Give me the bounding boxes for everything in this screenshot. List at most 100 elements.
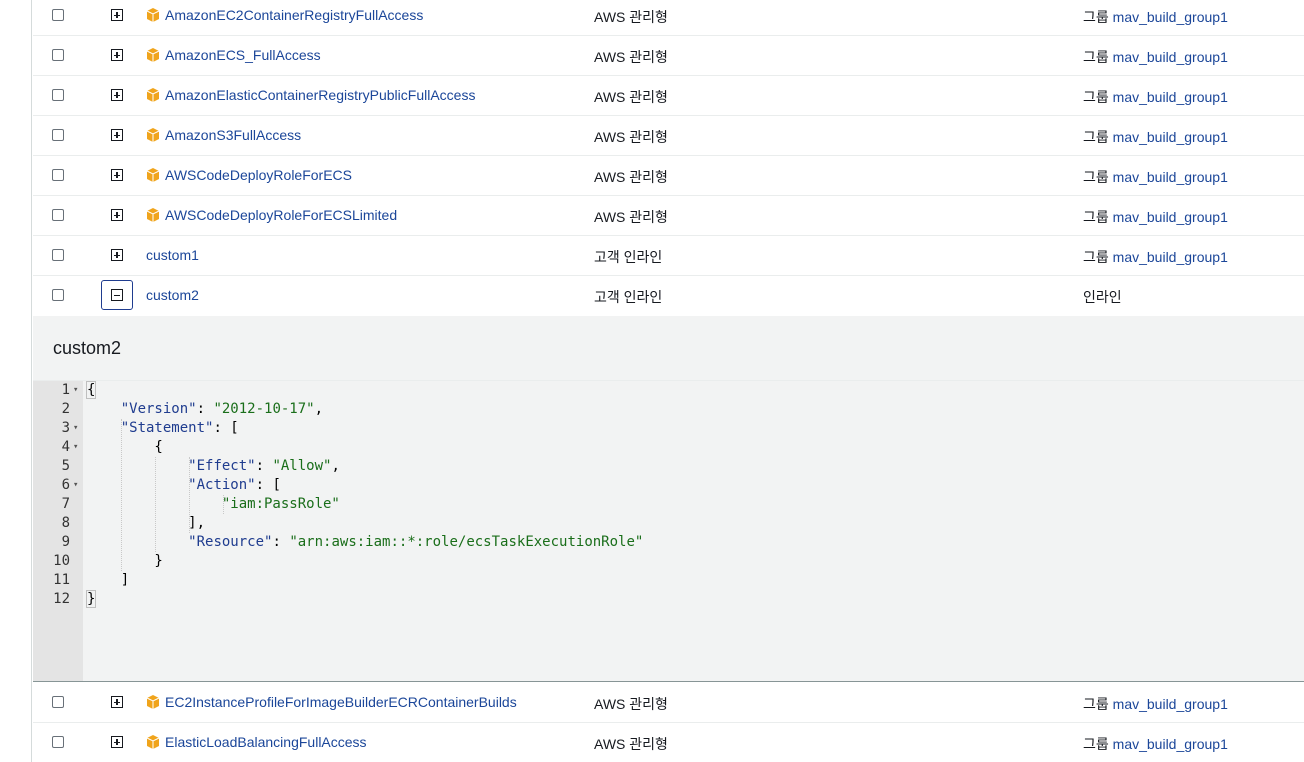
code-line: "Statement": [ bbox=[120, 420, 239, 436]
line-gutter: 1 2 3 4 5 6 7 8 9 10 11 12 ▾ ▾ ▾ ▾ bbox=[33, 381, 83, 681]
line-number: 10 bbox=[53, 553, 70, 569]
row-checkbox[interactable] bbox=[52, 289, 64, 301]
group-link[interactable]: mav_build_group1 bbox=[1113, 9, 1228, 25]
policy-type: AWS 관리형 bbox=[594, 129, 668, 145]
code-line: "Effect": "Allow", bbox=[188, 458, 340, 474]
left-panel-edge bbox=[0, 0, 32, 762]
table-row: EC2InstanceProfileForImageBuilderECRCont… bbox=[33, 683, 1304, 723]
row-checkbox[interactable] bbox=[52, 169, 64, 181]
expand-icon[interactable] bbox=[111, 129, 123, 141]
attached-via: 그룹 mav_build_group1 bbox=[1083, 7, 1228, 27]
policy-name-link[interactable]: AmazonECS_FullAccess bbox=[165, 47, 321, 63]
row-checkbox[interactable] bbox=[52, 89, 64, 101]
line-number: 6 bbox=[61, 477, 70, 493]
policy-name-link[interactable]: AmazonElasticContainerRegistryPublicFull… bbox=[165, 87, 475, 103]
fold-arrow-icon[interactable]: ▾ bbox=[73, 438, 81, 457]
table-row-expanded: custom2 고객 인라인 인라인 bbox=[33, 276, 1304, 316]
table-row: custom1 고객 인라인 그룹 mav_build_group1 bbox=[33, 236, 1304, 276]
attached-via-label: 그룹 bbox=[1083, 49, 1109, 65]
table-row: AmazonECS_FullAccess AWS 관리형 그룹 mav_buil… bbox=[33, 36, 1304, 76]
expand-icon[interactable] bbox=[111, 89, 123, 101]
attached-via: 그룹 mav_build_group1 bbox=[1083, 247, 1228, 267]
policy-detail-title: custom2 bbox=[53, 338, 122, 358]
package-icon bbox=[146, 695, 160, 709]
code-line: } bbox=[87, 553, 163, 569]
attached-via-label: 그룹 bbox=[1083, 249, 1109, 265]
row-checkbox[interactable] bbox=[52, 9, 64, 21]
policy-name-link[interactable]: EC2InstanceProfileForImageBuilderECRCont… bbox=[165, 694, 517, 710]
line-number: 3 bbox=[61, 420, 70, 436]
code-line: "Action": [ bbox=[188, 477, 281, 493]
line-number: 9 bbox=[61, 534, 70, 550]
code-line: "Version": "2012-10-17", bbox=[120, 401, 324, 417]
expand-icon[interactable] bbox=[111, 696, 123, 708]
expand-icon[interactable] bbox=[111, 249, 123, 261]
attached-via: 그룹 mav_build_group1 bbox=[1083, 127, 1228, 147]
attached-via: 그룹 mav_build_group1 bbox=[1083, 167, 1228, 187]
policy-type: AWS 관리형 bbox=[594, 9, 668, 25]
code-line: { bbox=[87, 439, 163, 455]
policy-name-link[interactable]: AmazonS3FullAccess bbox=[165, 127, 301, 143]
code-line: "iam:PassRole" bbox=[221, 496, 340, 512]
line-number: 7 bbox=[61, 496, 70, 512]
attached-via: 그룹 mav_build_group1 bbox=[1083, 734, 1228, 754]
group-link[interactable]: mav_build_group1 bbox=[1113, 129, 1228, 145]
row-checkbox[interactable] bbox=[52, 129, 64, 141]
table-row: AWSCodeDeployRoleForECS AWS 관리형 그룹 mav_b… bbox=[33, 156, 1304, 196]
group-link[interactable]: mav_build_group1 bbox=[1113, 249, 1228, 265]
policy-name-link[interactable]: custom2 bbox=[146, 287, 199, 303]
table-row: AmazonElasticContainerRegistryPublicFull… bbox=[33, 76, 1304, 116]
policy-name-link[interactable]: AWSCodeDeployRoleForECSLimited bbox=[165, 207, 397, 223]
attached-via: 그룹 mav_build_group1 bbox=[1083, 694, 1228, 714]
group-link[interactable]: mav_build_group1 bbox=[1113, 169, 1228, 185]
row-checkbox[interactable] bbox=[52, 49, 64, 61]
policy-type: AWS 관리형 bbox=[594, 696, 668, 712]
attached-via-label: 그룹 bbox=[1083, 736, 1109, 752]
json-editor[interactable]: 1 2 3 4 5 6 7 8 9 10 11 12 ▾ ▾ ▾ ▾ {"Ve… bbox=[33, 380, 1304, 681]
collapse-button[interactable] bbox=[101, 280, 133, 310]
fold-arrow-icon[interactable]: ▾ bbox=[73, 419, 81, 438]
attached-via-label: 그룹 bbox=[1083, 209, 1109, 225]
fold-arrow-icon[interactable]: ▾ bbox=[73, 381, 81, 400]
row-checkbox[interactable] bbox=[52, 209, 64, 221]
group-link[interactable]: mav_build_group1 bbox=[1113, 209, 1228, 225]
table-row: AWSCodeDeployRoleForECSLimited AWS 관리형 그… bbox=[33, 196, 1304, 236]
policy-name-link[interactable]: AmazonEC2ContainerRegistryFullAccess bbox=[165, 7, 423, 23]
row-checkbox[interactable] bbox=[52, 696, 64, 708]
expand-icon[interactable] bbox=[111, 736, 123, 748]
group-link[interactable]: mav_build_group1 bbox=[1113, 736, 1228, 752]
attached-via: 그룹 mav_build_group1 bbox=[1083, 87, 1228, 107]
group-link[interactable]: mav_build_group1 bbox=[1113, 49, 1228, 65]
attached-via-label: 인라인 bbox=[1083, 289, 1122, 305]
expand-icon[interactable] bbox=[111, 9, 123, 21]
expand-icon[interactable] bbox=[111, 169, 123, 181]
fold-arrow-icon[interactable]: ▾ bbox=[73, 476, 81, 495]
table-row: AmazonEC2ContainerRegistryFullAccess AWS… bbox=[33, 0, 1304, 36]
attached-via: 인라인 bbox=[1083, 287, 1122, 307]
line-number: 8 bbox=[61, 515, 70, 531]
table-row: AmazonS3FullAccess AWS 관리형 그룹 mav_build_… bbox=[33, 116, 1304, 156]
collapse-icon bbox=[111, 289, 123, 301]
code-line: { bbox=[85, 381, 97, 399]
policy-type: AWS 관리형 bbox=[594, 49, 668, 65]
group-link[interactable]: mav_build_group1 bbox=[1113, 696, 1228, 712]
group-link[interactable]: mav_build_group1 bbox=[1113, 89, 1228, 105]
row-checkbox[interactable] bbox=[52, 736, 64, 748]
attached-via-label: 그룹 bbox=[1083, 89, 1109, 105]
attached-via-label: 그룹 bbox=[1083, 696, 1109, 712]
package-icon bbox=[146, 48, 160, 62]
row-checkbox[interactable] bbox=[52, 249, 64, 261]
policy-type: AWS 관리형 bbox=[594, 89, 668, 105]
package-icon bbox=[146, 208, 160, 222]
line-number: 4 bbox=[61, 439, 70, 455]
expand-icon[interactable] bbox=[111, 49, 123, 61]
expand-icon[interactable] bbox=[111, 209, 123, 221]
policy-detail-panel: custom2 1 2 3 4 5 6 7 8 9 10 11 12 ▾ ▾ ▾… bbox=[33, 316, 1304, 682]
policy-name-link[interactable]: ElasticLoadBalancingFullAccess bbox=[165, 734, 367, 750]
policy-type: 고객 인라인 bbox=[594, 289, 663, 305]
table-row: ElasticLoadBalancingFullAccess AWS 관리형 그… bbox=[33, 723, 1304, 762]
policies-table: AmazonEC2ContainerRegistryFullAccess AWS… bbox=[0, 0, 1304, 762]
policy-name-link[interactable]: AWSCodeDeployRoleForECS bbox=[165, 167, 352, 183]
policy-type: AWS 관리형 bbox=[594, 736, 668, 752]
policy-name-link[interactable]: custom1 bbox=[146, 247, 199, 263]
